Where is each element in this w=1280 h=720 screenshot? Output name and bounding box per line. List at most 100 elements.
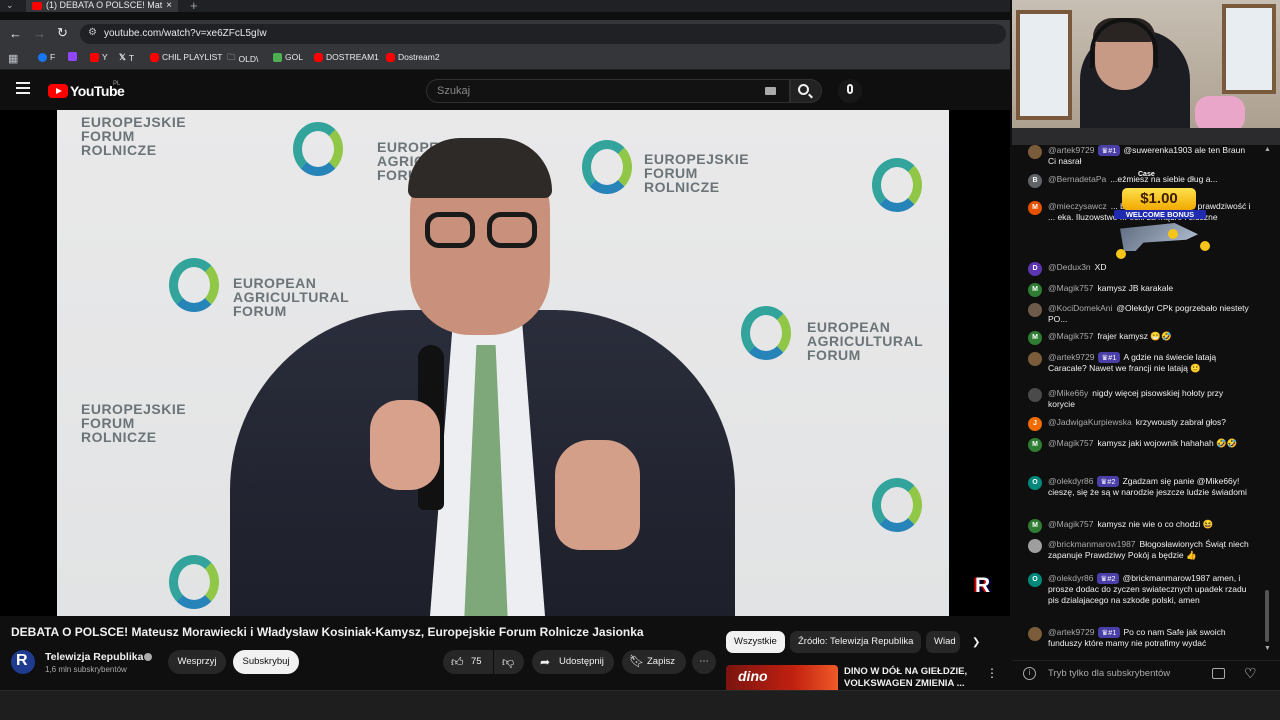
coin-icon	[1116, 249, 1126, 259]
forum-logo-icon	[741, 306, 791, 360]
speaker-gesturing-hand	[555, 440, 640, 550]
chip-source[interactable]: Źródło: Telewizja Republika	[790, 631, 922, 653]
forward-arrow-icon[interactable]: →	[33, 26, 46, 41]
subscribe-button[interactable]: Subskrybuj	[233, 650, 299, 674]
x-icon: 𝕏	[119, 52, 126, 62]
promo-overlay[interactable]: Case $1.00 WELCOME BONUS	[1108, 163, 1216, 266]
reload-icon[interactable]: ↻	[57, 25, 68, 41]
channel-avatar[interactable]: R	[11, 650, 35, 674]
heart-icon[interactable]: ♡	[1244, 665, 1257, 682]
site-info-icon[interactable]: ⚙	[88, 27, 97, 38]
search-input[interactable]: Szukaj	[426, 79, 790, 103]
chat-message: M @Magik757 kamysz jaki wojownik hahahah …	[1028, 438, 1252, 452]
emoji-icon[interactable]	[1212, 668, 1225, 679]
webcam-window	[1222, 4, 1276, 94]
chat-avatar: M	[1028, 283, 1042, 297]
menu-hamburger-icon[interactable]	[16, 82, 30, 94]
facebook-icon	[38, 52, 47, 62]
verified-icon	[144, 653, 152, 661]
apps-grid-icon[interactable]: ▦	[8, 52, 18, 65]
region-code: PL	[113, 81, 121, 87]
more-vert-icon[interactable]: ⋮	[986, 666, 998, 680]
chat-avatar	[1028, 303, 1042, 317]
youtube-logo-icon[interactable]	[48, 84, 68, 98]
new-tab-icon[interactable]: +	[190, 0, 198, 13]
webcam-pillow	[1195, 96, 1245, 132]
forum-logo-icon	[582, 140, 632, 194]
chat-avatar	[1028, 145, 1042, 159]
suggested-video-title[interactable]: DINO W DÓŁ NA GIEŁDZIE, VOLKSWAGEN ZMIEN…	[844, 666, 974, 690]
more-actions-button[interactable]: ⋯	[692, 650, 716, 674]
promo-label: WELCOME BONUS	[1114, 210, 1206, 219]
chip-news[interactable]: Wiad	[926, 631, 960, 653]
search-icon	[798, 84, 809, 95]
youtube-favicon-icon	[32, 2, 42, 10]
bookmark-youtube[interactable]: Y	[90, 52, 108, 62]
coin-icon	[1200, 241, 1210, 251]
chat-avatar: M	[1028, 331, 1042, 345]
speaker-glasses	[425, 212, 475, 248]
bookmark-facebook[interactable]: F	[38, 52, 55, 62]
bookmark-chil-playlist[interactable]: CHIL PLAYLIST	[150, 52, 222, 62]
chevron-right-icon[interactable]: ❯	[972, 637, 980, 648]
youtube-icon	[150, 52, 159, 62]
tab-search-icon[interactable]: ⌄	[6, 0, 14, 11]
webcam-window	[1016, 10, 1072, 120]
chat-message: @brickmanmarow1987 Błogosławionych Świąt …	[1028, 539, 1252, 561]
chat-message: @KociDomekAni @Olekdyr CPk pogrzebało nie…	[1028, 303, 1252, 325]
speaker-hand	[370, 400, 440, 490]
backdrop-text: EUROPEAN AGRICULTURAL FORUM	[807, 319, 924, 363]
scroll-down-icon[interactable]: ▼	[1264, 645, 1271, 652]
forum-logo-icon	[169, 258, 219, 312]
channel-name[interactable]: Telewizja Republika	[45, 651, 143, 663]
coin-icon	[1168, 229, 1178, 239]
support-button[interactable]: Wesprzyj	[168, 650, 226, 674]
chat-message: M @Magik757 frajer kamysz 😁🤣	[1028, 331, 1252, 345]
bookmark-x[interactable]: 𝕏T	[119, 52, 134, 63]
subscriber-count: 1,6 mln subskrybentów	[45, 665, 127, 674]
info-icon[interactable]: i	[1023, 667, 1036, 680]
youtube-icon	[90, 52, 99, 62]
bookmark-twitch[interactable]	[68, 52, 77, 61]
chat-avatar	[1028, 352, 1042, 366]
chat-message: @Mike66y nigdy więcej pisowskiej hołoty p…	[1028, 388, 1252, 410]
chat-message: O @olekdyr86 ♛#2 Zgadzam się panie @Mike66…	[1028, 476, 1252, 498]
bookmark-gol[interactable]: GOL	[273, 52, 303, 62]
chat-avatar: M	[1028, 519, 1042, 533]
chat-avatar: J	[1028, 417, 1042, 431]
chat-scrollbar[interactable]	[1265, 590, 1269, 642]
bookmark-folder-old[interactable]: 🗀 OLD\	[227, 52, 258, 66]
chat-avatar: M	[1028, 201, 1042, 215]
url-field[interactable]: youtube.com/watch?v=xe6ZFcL5gIw	[80, 24, 1006, 44]
video-title: DEBATA O POLSCE! Mateusz Morawiecki i Wł…	[11, 625, 644, 639]
backdrop-text: EUROPEAN AGRICULTURAL FORUM	[233, 275, 350, 319]
gol-icon	[273, 52, 282, 62]
back-arrow-icon[interactable]: ←	[9, 26, 22, 41]
promo-brand: Case	[1138, 171, 1155, 178]
folder-icon: 🗀	[227, 52, 236, 62]
chat-avatar: O	[1028, 476, 1042, 490]
forum-logo-icon	[872, 158, 922, 212]
backdrop-text: EUROPEJSKIE FORUM ROLNICZE	[644, 151, 750, 195]
bookmark-icon: 🔖︎	[629, 654, 645, 668]
backdrop-text: EUROPEJSKIE FORUM ROLNICZE	[81, 401, 187, 445]
thumbs-up-icon: 👍︎	[451, 655, 464, 669]
scroll-up-icon[interactable]: ▲	[1264, 146, 1271, 153]
chat-message: M @Magik757 kamysz nie wie o co chodzi 😆	[1028, 519, 1252, 533]
chat-message: @artek9729 ♛#1 Po co nam Safe jak swoich f…	[1028, 627, 1252, 649]
speaker-glasses	[487, 212, 537, 248]
keyboard-icon[interactable]	[765, 87, 776, 95]
close-tab-icon[interactable]: ×	[166, 0, 172, 11]
chat-avatar	[1028, 539, 1042, 553]
chat-avatar: O	[1028, 573, 1042, 587]
chat-input[interactable]: Tryb tylko dla subskrybentów	[1048, 668, 1170, 679]
browser-tab[interactable]: (1) DEBATA O POLSCE! Mat ×	[26, 0, 178, 12]
forum-logo-icon	[872, 478, 922, 532]
bookmark-dostream2[interactable]: Dostream2	[386, 52, 440, 62]
chip-all[interactable]: Wszystkie	[726, 631, 785, 653]
weapon-icon	[1120, 223, 1198, 251]
tab-title: (1) DEBATA O POLSCE! Mat	[46, 0, 163, 10]
chat-message: M @Magik757 kamysz JB karakale	[1028, 283, 1252, 297]
chat-avatar: B	[1028, 174, 1042, 188]
bookmark-dostream1[interactable]: DOSTREAM1	[314, 52, 379, 62]
